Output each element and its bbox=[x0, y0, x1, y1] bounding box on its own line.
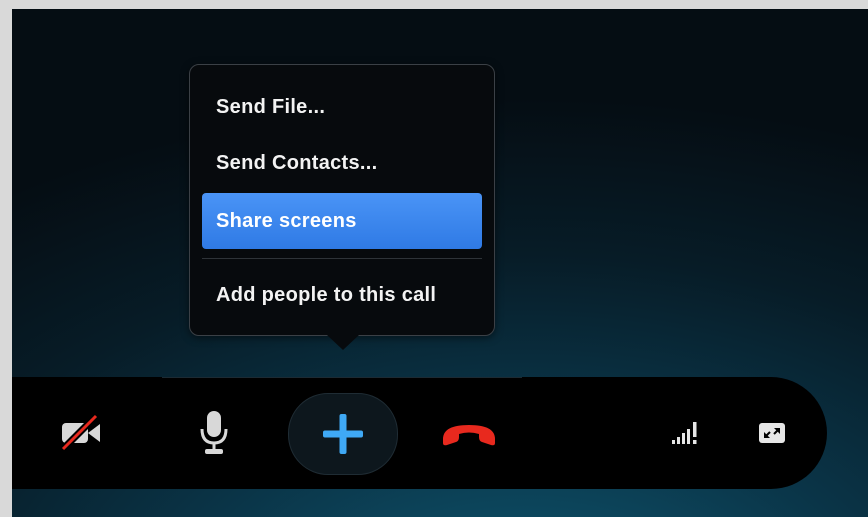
call-quality-button[interactable] bbox=[656, 401, 720, 465]
add-menu-popup: Send File... Send Contacts... Share scre… bbox=[189, 64, 495, 350]
menu-item-send-file[interactable]: Send File... bbox=[202, 79, 482, 135]
plus-icon bbox=[323, 414, 363, 454]
microphone-icon bbox=[200, 411, 228, 454]
menu-item-add-people[interactable]: Add people to this call bbox=[202, 267, 482, 323]
menu-item-send-contacts[interactable]: Send Contacts... bbox=[202, 135, 482, 191]
fullscreen-button[interactable] bbox=[740, 401, 804, 465]
call-toolbar bbox=[12, 377, 827, 489]
popup-pointer bbox=[327, 335, 359, 350]
fullscreen-icon bbox=[759, 423, 785, 443]
microphone-button[interactable] bbox=[182, 401, 246, 465]
add-button[interactable] bbox=[288, 393, 398, 475]
signal-strength-icon bbox=[672, 422, 697, 444]
call-window: Send File... Send Contacts... Share scre… bbox=[12, 9, 868, 517]
toolbar-divider bbox=[162, 377, 522, 378]
menu-divider bbox=[202, 258, 482, 259]
video-toggle-button[interactable] bbox=[52, 401, 116, 465]
phone-hangup-icon bbox=[443, 425, 495, 446]
menu-item-share-screens[interactable]: Share screens bbox=[202, 193, 482, 249]
video-camera-off-icon bbox=[60, 413, 100, 452]
hang-up-button[interactable] bbox=[437, 401, 501, 465]
